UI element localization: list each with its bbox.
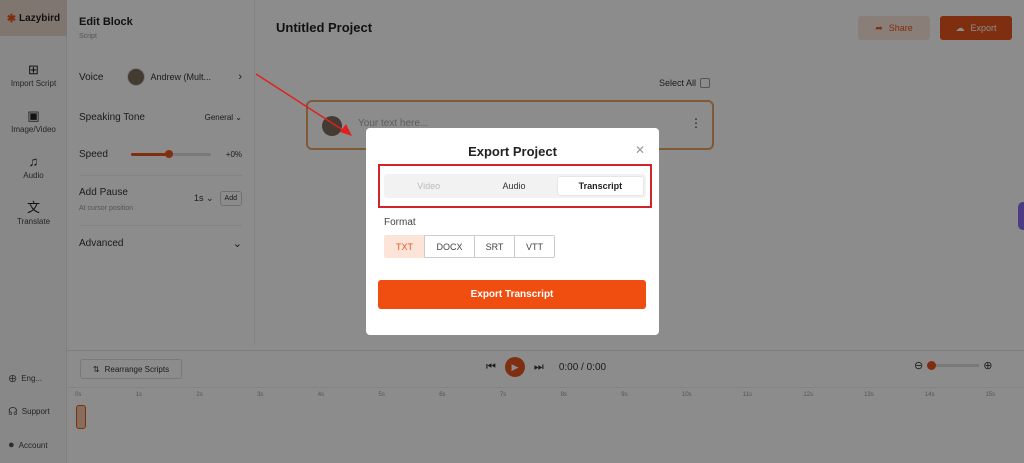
annotation-highlight-box — [378, 164, 652, 208]
format-option-vtt[interactable]: VTT — [514, 235, 555, 258]
close-icon[interactable]: ✕ — [635, 143, 645, 157]
format-option-docx[interactable]: DOCX — [424, 235, 475, 258]
format-selector: TXT DOCX SRT VTT — [384, 235, 555, 258]
export-project-modal: Export Project ✕ Video Audio Transcript … — [366, 128, 659, 335]
export-transcript-button[interactable]: Export Transcript — [378, 280, 646, 309]
format-option-txt[interactable]: TXT — [384, 235, 425, 258]
format-option-srt[interactable]: SRT — [474, 235, 515, 258]
modal-title: Export Project — [468, 144, 557, 159]
format-label: Format — [384, 217, 416, 228]
